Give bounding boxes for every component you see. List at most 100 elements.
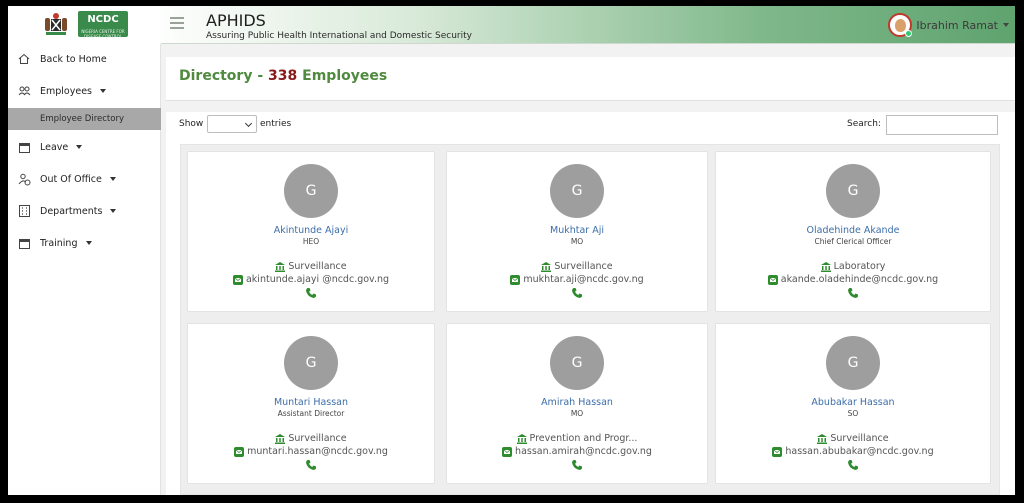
employee-name[interactable]: Oladehinde Akande <box>716 225 990 236</box>
envelope-icon <box>502 446 513 457</box>
page-title-prefix: Directory - <box>179 68 269 84</box>
top-header: NCDC NIGERIA CENTRE FOR DISEASE CONTROL … <box>8 6 1015 44</box>
user-menu[interactable]: Ibrahim Ramat <box>888 12 1009 38</box>
email-label: akande.oladehinde@ncdc.gov.ng <box>780 274 939 285</box>
phone-icon[interactable] <box>305 287 317 299</box>
employee-name[interactable]: Mukhtar Aji <box>447 225 707 236</box>
search-input[interactable] <box>886 115 998 135</box>
page-header: Directory - 338 Employees <box>166 57 1015 101</box>
person-clock-icon <box>17 172 31 186</box>
chevron-down-icon <box>1003 23 1009 27</box>
employee-role: Assistant Director <box>277 409 345 418</box>
calendar-icon <box>17 236 31 250</box>
sidebar-item-employees[interactable]: Employees <box>8 80 161 102</box>
ncdc-logo-subtext: NIGERIA CENTRE FOR DISEASE CONTROL <box>81 29 125 39</box>
sidebar-item-back-to-home[interactable]: Back to Home <box>8 48 161 70</box>
employee-name[interactable]: Amirah Hassan <box>447 397 707 408</box>
avatar <box>888 13 913 37</box>
employee-email[interactable]: hassan.abubakar@ncdc.gov.ng <box>716 446 990 457</box>
chevron-down-icon <box>110 209 117 213</box>
employee-email[interactable]: mukhtar.aji@ncdc.gov.ng <box>447 274 707 285</box>
employee-card[interactable]: G Abubakar Hassan SO Surveillance hassan… <box>715 323 991 484</box>
employee-department: Laboratory <box>716 261 990 272</box>
employee-department: Surveillance <box>188 433 434 444</box>
menu-toggle-icon[interactable] <box>170 17 184 29</box>
envelope-icon <box>767 274 778 285</box>
ncdc-logo: NCDC NIGERIA CENTRE FOR DISEASE CONTROL <box>78 11 128 39</box>
entries-select[interactable] <box>207 115 257 133</box>
chevron-down-icon <box>85 241 92 245</box>
envelope-icon <box>510 274 521 285</box>
users-icon <box>17 84 31 98</box>
sidebar-item-label: Training <box>40 237 78 249</box>
department-label: Prevention and Progr... <box>529 433 638 444</box>
employee-card[interactable]: G Amirah Hassan MO Prevention and Progr.… <box>446 323 708 484</box>
envelope-icon <box>772 446 783 457</box>
employee-count: 338 <box>268 68 298 84</box>
phone-icon[interactable] <box>847 459 859 471</box>
sidebar-item-out-of-office[interactable]: Out Of Office <box>8 168 161 190</box>
employee-email[interactable]: akande.oladehinde@ncdc.gov.ng <box>716 274 990 285</box>
employee-name[interactable]: Muntari Hassan <box>188 397 434 408</box>
department-label: Laboratory <box>833 261 886 272</box>
sidebar-item-departments[interactable]: Departments <box>8 200 161 222</box>
employee-avatar: G <box>284 164 338 218</box>
sidebar-item-training[interactable]: Training <box>8 232 161 254</box>
employee-role: SO <box>847 409 859 418</box>
department-label: Surveillance <box>830 433 889 444</box>
employee-avatar: G <box>284 336 338 390</box>
phone-icon[interactable] <box>305 459 317 471</box>
department-label: Surveillance <box>288 433 347 444</box>
email-label: hassan.amirah@ncdc.gov.ng <box>515 446 652 457</box>
envelope-icon <box>232 274 243 285</box>
department-label: Surveillance <box>288 261 347 272</box>
employee-role: MO <box>570 237 584 246</box>
chevron-down-icon <box>244 119 253 128</box>
directory-panel: Show entries Search: G Akintunde Ajayi H… <box>166 112 1015 495</box>
sidebar-item-label: Out Of Office <box>40 173 102 185</box>
ncdc-logo-text: NCDC <box>87 14 119 25</box>
phone-icon[interactable] <box>571 459 583 471</box>
phone-icon[interactable] <box>571 287 583 299</box>
sidebar-item-label: Departments <box>40 205 103 217</box>
employee-card[interactable]: G Mukhtar Aji MO Surveillance mukhtar.aj… <box>446 151 708 312</box>
email-label: akintunde.ajayi @ncdc.gov.ng <box>245 274 390 285</box>
institution-icon <box>275 261 286 272</box>
employee-card[interactable]: G Akintunde Ajayi HEO Surveillance akint… <box>187 151 435 312</box>
employee-role: Chief Clerical Officer <box>814 237 892 246</box>
employee-email[interactable]: hassan.amirah@ncdc.gov.ng <box>447 446 707 457</box>
email-label: muntari.hassan@ncdc.gov.ng <box>247 446 388 457</box>
home-icon <box>17 52 31 66</box>
employee-name[interactable]: Abubakar Hassan <box>716 397 990 408</box>
chevron-down-icon <box>100 89 106 93</box>
employee-card[interactable]: G Oladehinde Akande Chief Clerical Offic… <box>715 151 991 312</box>
employee-email[interactable]: muntari.hassan@ncdc.gov.ng <box>188 446 434 457</box>
employee-name[interactable]: Akintunde Ajayi <box>188 225 434 236</box>
sidebar-item-leave[interactable]: Leave <box>8 136 161 158</box>
app-subtitle: Assuring Public Health International and… <box>206 31 472 41</box>
sidebar-item-employee-directory[interactable]: Employee Directory <box>8 108 161 130</box>
employee-department: Surveillance <box>716 433 990 444</box>
logo-area[interactable]: NCDC NIGERIA CENTRE FOR DISEASE CONTROL <box>8 6 161 44</box>
employee-role: MO <box>570 409 584 418</box>
chevron-down-icon <box>109 177 116 181</box>
search-label: Search: <box>847 119 881 129</box>
phone-icon[interactable] <box>847 287 859 299</box>
user-name: Ibrahim Ramat <box>916 18 998 32</box>
email-label: mukhtar.aji@ncdc.gov.ng <box>523 274 644 285</box>
page-title-suffix: Employees <box>297 68 388 84</box>
sidebar-item-label: Employees <box>40 85 92 97</box>
employee-avatar: G <box>826 164 880 218</box>
sidebar-item-label: Leave <box>40 141 69 153</box>
employee-grid: G Akintunde Ajayi HEO Surveillance akint… <box>180 144 1000 495</box>
employee-department: Prevention and Progr... <box>447 433 707 444</box>
building-icon <box>17 204 31 218</box>
employee-email[interactable]: akintunde.ajayi @ncdc.gov.ng <box>188 274 434 285</box>
sidebar-item-label: Back to Home <box>40 53 107 65</box>
employee-card[interactable]: G Muntari Hassan Assistant Director Surv… <box>187 323 435 484</box>
employee-avatar: G <box>826 336 880 390</box>
employee-department: Surveillance <box>447 261 707 272</box>
entries-label: entries <box>260 119 292 129</box>
coat-of-arms-icon <box>45 13 67 35</box>
chevron-down-icon <box>76 145 83 149</box>
